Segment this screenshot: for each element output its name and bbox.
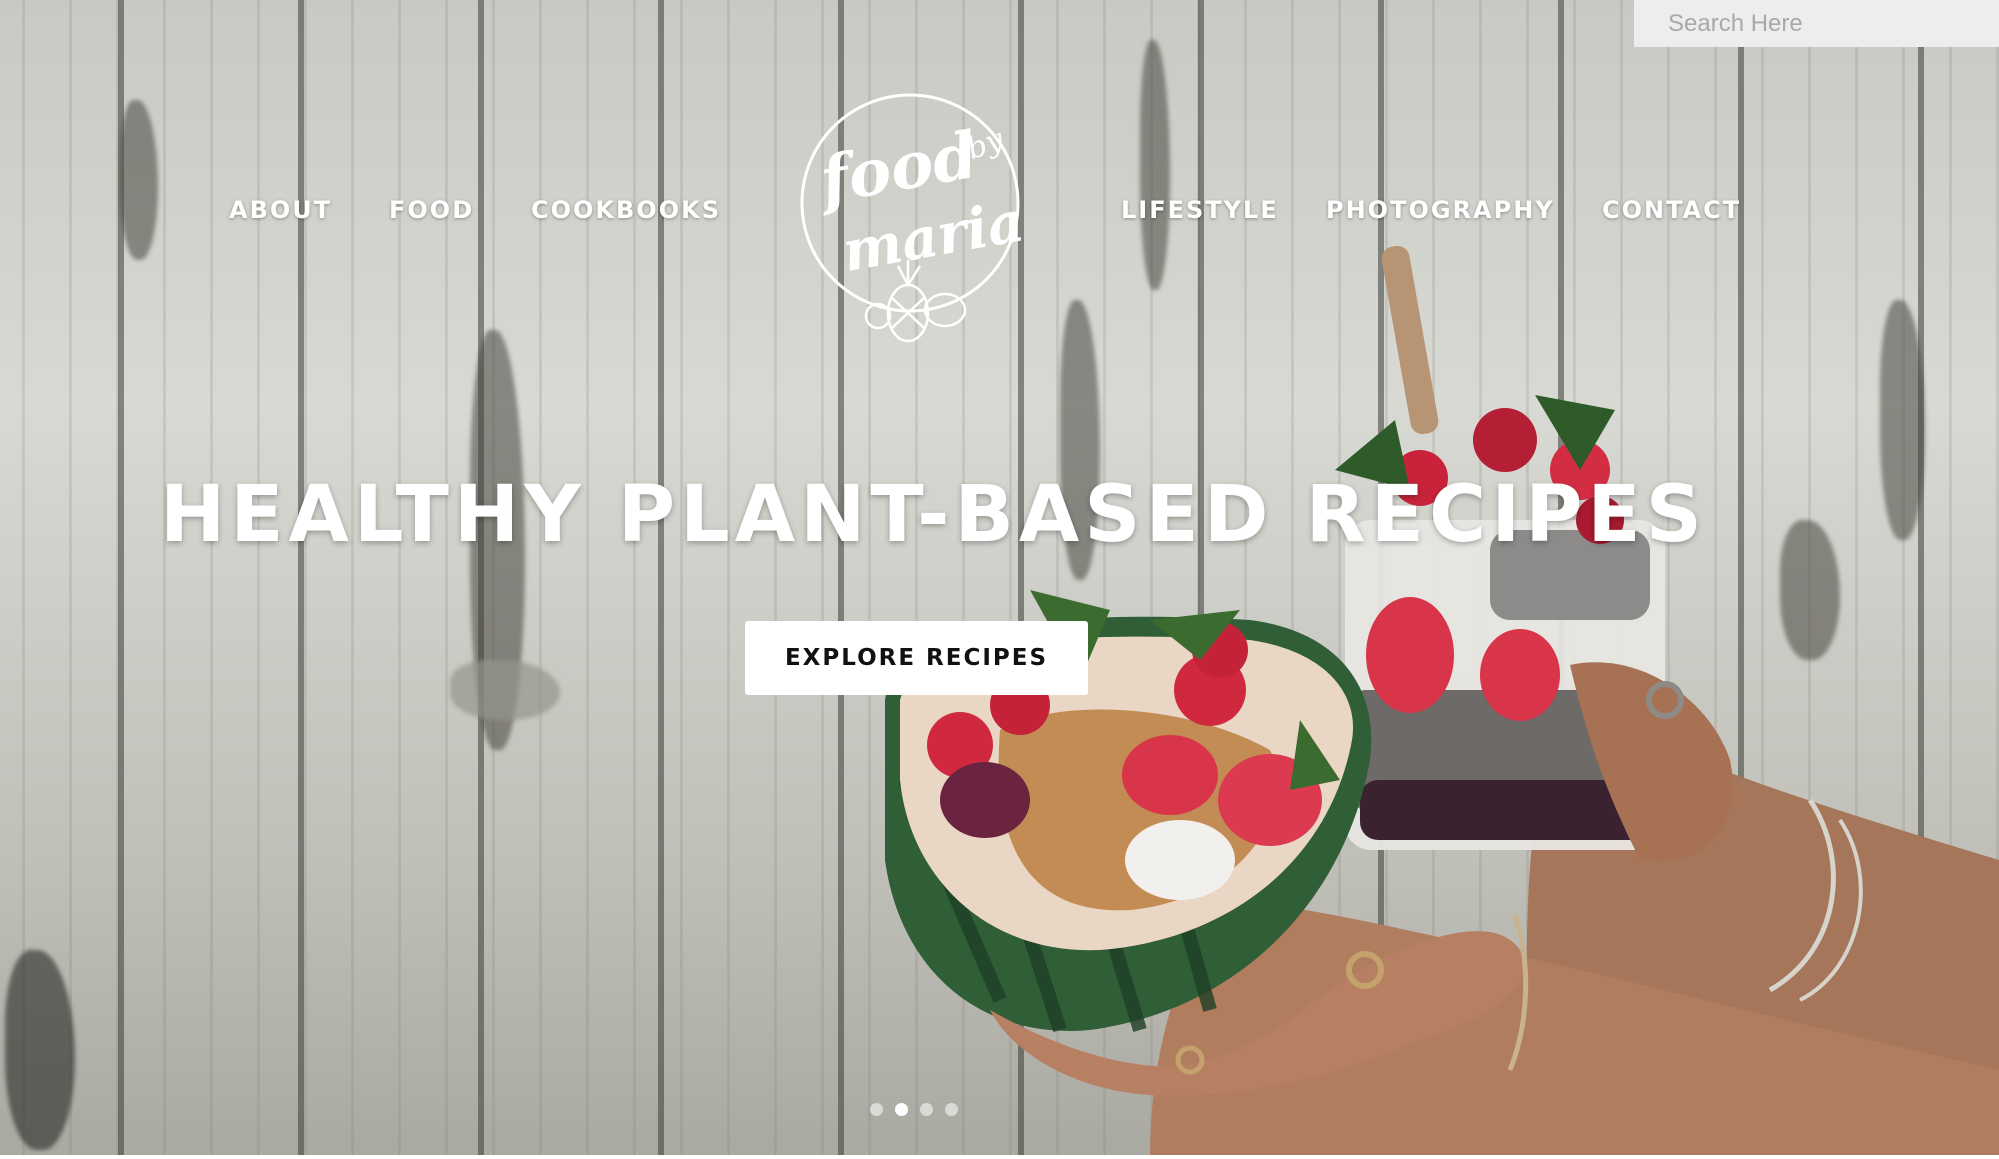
nav-lifestyle[interactable]: LIFESTYLE	[1121, 196, 1279, 224]
page-bottom-strip	[0, 1155, 1999, 1159]
nav-contact[interactable]: CONTACT	[1602, 196, 1741, 224]
spoon	[1381, 245, 1439, 435]
slider-dot-3[interactable]	[920, 1103, 933, 1116]
nav-food[interactable]: FOOD	[389, 196, 474, 224]
strawberry-slice	[1366, 597, 1454, 713]
radicchio	[940, 762, 1030, 838]
hero-banner: ABOUT FOOD COOKBOOKS food by maria LIFES…	[0, 0, 1999, 1159]
search-input[interactable]	[1634, 0, 1999, 47]
nav-cookbooks[interactable]: COOKBOOKS	[531, 196, 721, 224]
slider-dot-2[interactable]	[895, 1103, 908, 1116]
explore-recipes-button[interactable]: EXPLORE RECIPES	[745, 621, 1088, 695]
hero-headline: HEALTHY PLANT-BASED RECIPES	[160, 470, 1707, 560]
nav-about[interactable]: ABOUT	[229, 196, 332, 224]
slider-dot-1[interactable]	[870, 1103, 883, 1116]
slider-dot-4[interactable]	[945, 1103, 958, 1116]
site-logo[interactable]: food by maria	[790, 78, 1040, 358]
strawberry	[1473, 408, 1537, 472]
strawberry-slice	[1122, 735, 1218, 815]
slider-dots	[870, 1103, 958, 1116]
nav-photography[interactable]: PHOTOGRAPHY	[1326, 196, 1555, 224]
parfait-layer	[1360, 780, 1650, 840]
strawberry-slice	[1480, 629, 1560, 721]
yogurt	[1125, 820, 1235, 900]
